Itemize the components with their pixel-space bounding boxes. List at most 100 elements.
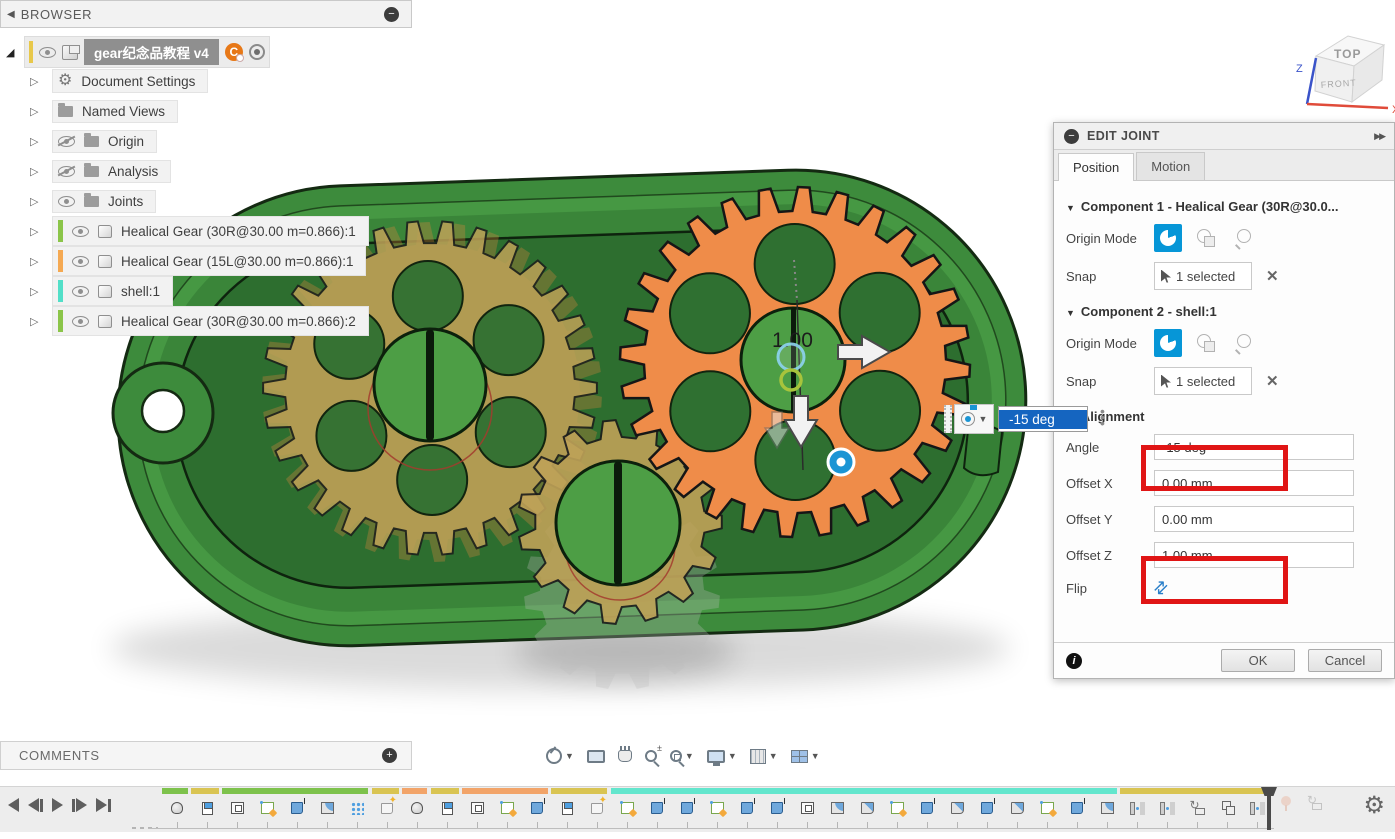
timeline-item-extrude[interactable] bbox=[282, 796, 312, 820]
timeline-item-motion[interactable] bbox=[1182, 796, 1212, 820]
timeline-item-fillet[interactable] bbox=[822, 796, 852, 820]
toolbar-overflow-dots[interactable]: ••• bbox=[1100, 408, 1105, 426]
component2-section-header[interactable]: ▼Component 2 - shell:1 bbox=[1066, 304, 1382, 319]
expander-icon[interactable]: ▷ bbox=[30, 225, 52, 238]
expander-icon[interactable]: ▷ bbox=[30, 315, 52, 328]
timeline-item-extrude[interactable] bbox=[912, 796, 942, 820]
viewports-button[interactable]: ▼ bbox=[791, 750, 820, 763]
timeline-item-sketch[interactable] bbox=[1032, 796, 1062, 820]
snap-selection-button[interactable]: 1 selected bbox=[1154, 262, 1252, 290]
dialog-collapse-icon[interactable]: − bbox=[1064, 129, 1079, 144]
suppressed-motion-icon[interactable] bbox=[1307, 796, 1322, 810]
tree-item-label[interactable]: Healical Gear (30R@30.00 m=0.866):1 bbox=[121, 224, 356, 239]
offset-y-field[interactable]: 0.00 mm bbox=[1154, 506, 1354, 532]
timeline-item-flag[interactable] bbox=[432, 796, 462, 820]
timeline-item-pattern[interactable] bbox=[342, 796, 372, 820]
chevron-down-icon[interactable]: ▼ bbox=[728, 751, 737, 761]
tree-item-label[interactable]: shell:1 bbox=[121, 284, 160, 299]
tree-item-analysis[interactable]: ▷Analysis bbox=[30, 156, 369, 186]
tree-item-label[interactable]: Origin bbox=[108, 134, 144, 149]
go-to-start-button[interactable] bbox=[8, 798, 19, 812]
origin-mode-simple-button[interactable] bbox=[1154, 329, 1182, 357]
document-title[interactable]: gear纪念品教程 v4 bbox=[84, 39, 219, 65]
eye-icon[interactable] bbox=[72, 316, 89, 327]
timeline-item-extrude[interactable] bbox=[732, 796, 762, 820]
suppressed-pin-icon[interactable] bbox=[1281, 796, 1291, 806]
component1-section-header[interactable]: ▼Component 1 - Healical Gear (30R@30.0..… bbox=[1066, 199, 1382, 214]
timeline-item-flag[interactable] bbox=[192, 796, 222, 820]
browser-minimize-button[interactable]: − bbox=[384, 7, 399, 22]
timeline-item-chamfer[interactable] bbox=[852, 796, 882, 820]
activate-component-radio[interactable] bbox=[249, 44, 265, 60]
timeline-item-extrude[interactable] bbox=[972, 796, 1002, 820]
tree-item-healical-gear-30r-30-00-m-0-866-[interactable]: ▷ Healical Gear (30R@30.00 m=0.866):1 bbox=[30, 216, 369, 246]
timeline-item-chamfer[interactable] bbox=[1002, 796, 1032, 820]
timeline-item-sketch[interactable] bbox=[612, 796, 642, 820]
joint-type-button[interactable]: ▼ bbox=[954, 404, 994, 434]
origin-mode-between-faces-button[interactable] bbox=[1192, 224, 1220, 252]
tree-item-origin[interactable]: ▷ Origin bbox=[30, 126, 369, 156]
eye-icon[interactable] bbox=[72, 226, 89, 237]
alignment-section-header[interactable]: ▼Alignment bbox=[1066, 409, 1382, 424]
timeline-playhead[interactable] bbox=[1261, 787, 1277, 830]
timeline-item-flag[interactable] bbox=[552, 796, 582, 820]
zoom-button[interactable] bbox=[645, 750, 657, 762]
origin-mode-simple-button[interactable] bbox=[1154, 224, 1182, 252]
timeline-item-sketch[interactable] bbox=[702, 796, 732, 820]
eye-icon[interactable] bbox=[58, 196, 75, 207]
snap-clear-icon[interactable]: ✕ bbox=[1266, 372, 1279, 390]
timeline-item-joint[interactable] bbox=[1152, 796, 1182, 820]
play-button[interactable] bbox=[52, 798, 63, 812]
tree-item-label[interactable]: Healical Gear (30R@30.00 m=0.866):2 bbox=[121, 314, 356, 329]
display-settings-button[interactable]: ▼ bbox=[707, 750, 737, 763]
timeline-item-extrude[interactable] bbox=[522, 796, 552, 820]
browser-collapse-icon[interactable]: ◀ bbox=[7, 9, 15, 20]
info-icon[interactable]: i bbox=[1066, 653, 1082, 669]
timeline-item-new[interactable] bbox=[582, 796, 612, 820]
origin-mode-between-faces-button[interactable] bbox=[1192, 329, 1220, 357]
tree-item-healical-gear-30r-30-00-m-0-866-[interactable]: ▷ Healical Gear (30R@30.00 m=0.866):2 bbox=[30, 306, 369, 336]
eye-icon[interactable] bbox=[39, 47, 56, 58]
timeline-item-box[interactable] bbox=[462, 796, 492, 820]
pan-button[interactable] bbox=[618, 750, 632, 762]
timeline-item-joint[interactable] bbox=[1122, 796, 1152, 820]
cancel-button[interactable]: Cancel bbox=[1308, 649, 1382, 672]
grid-button[interactable]: ▼ bbox=[750, 749, 778, 764]
eye-off-icon[interactable] bbox=[58, 136, 75, 147]
dialog-header[interactable]: − EDIT JOINT ▶▶ bbox=[1054, 123, 1394, 150]
tab-motion[interactable]: Motion bbox=[1136, 152, 1205, 180]
joint-origin-ring[interactable] bbox=[778, 344, 804, 370]
fit-button[interactable]: ▼ bbox=[670, 750, 694, 762]
expander-icon[interactable]: ▷ bbox=[30, 255, 52, 268]
expander-icon[interactable]: ▷ bbox=[30, 135, 52, 148]
expander-icon[interactable]: ▷ bbox=[30, 195, 52, 208]
timeline-item-sketch[interactable] bbox=[252, 796, 282, 820]
toolbar-drag-handle[interactable] bbox=[944, 405, 952, 433]
tree-item-label[interactable]: Named Views bbox=[82, 104, 165, 119]
timeline-item-new[interactable] bbox=[372, 796, 402, 820]
ok-button[interactable]: OK bbox=[1221, 649, 1295, 672]
go-to-end-button[interactable] bbox=[96, 798, 111, 812]
tree-item-shell-1[interactable]: ▷ shell:1 bbox=[30, 276, 369, 306]
timeline-item-base[interactable] bbox=[402, 796, 432, 820]
tree-item-label[interactable]: Joints bbox=[108, 194, 143, 209]
angle-inline-input[interactable]: -15 deg bbox=[998, 406, 1088, 432]
tree-root-row[interactable]: ◢ gear纪念品教程 v4 C bbox=[6, 36, 270, 68]
expander-icon[interactable]: ▷ bbox=[30, 75, 52, 88]
root-expander-icon[interactable]: ◢ bbox=[6, 46, 24, 59]
step-back-button[interactable] bbox=[28, 798, 43, 812]
tab-position[interactable]: Position bbox=[1058, 153, 1134, 181]
snap-selection-button[interactable]: 1 selected bbox=[1154, 367, 1252, 395]
timeline-item-box[interactable] bbox=[222, 796, 252, 820]
eye-icon[interactable] bbox=[72, 256, 89, 267]
expander-icon[interactable]: ▷ bbox=[30, 105, 52, 118]
tree-item-label[interactable]: Document Settings bbox=[81, 74, 195, 89]
timeline-item-chamfer[interactable] bbox=[942, 796, 972, 820]
tree-item-label[interactable]: Analysis bbox=[108, 164, 158, 179]
chevron-down-icon[interactable]: ▼ bbox=[769, 751, 778, 761]
expander-icon[interactable]: ▷ bbox=[30, 285, 52, 298]
chevron-down-icon[interactable]: ▼ bbox=[685, 751, 694, 761]
timeline-settings-gear-icon[interactable]: ⚙ bbox=[1363, 794, 1385, 818]
timeline-item-extrude[interactable] bbox=[1062, 796, 1092, 820]
timeline-item-sketch[interactable] bbox=[492, 796, 522, 820]
